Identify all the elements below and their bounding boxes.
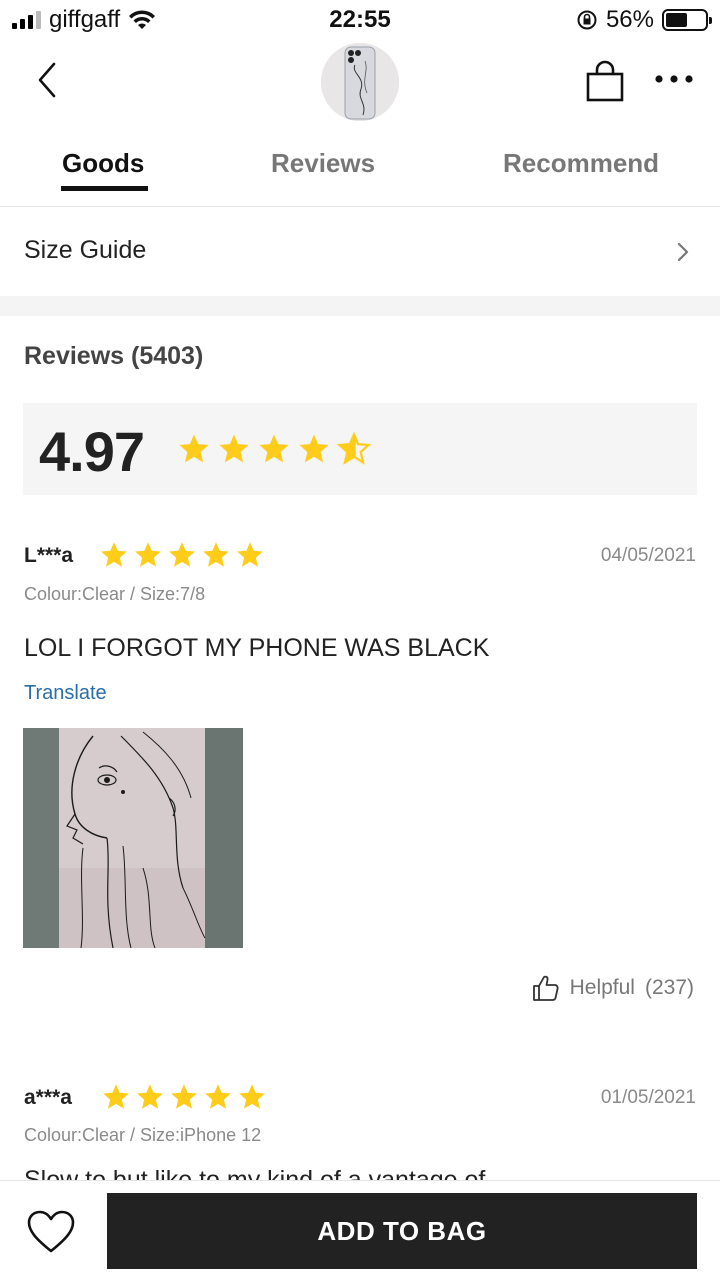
average-rating-stars	[177, 432, 371, 466]
helpful-label: Helpful	[569, 976, 635, 999]
reviews-title: Reviews (5403)	[24, 342, 204, 370]
review-text: LOL I FORGOT MY PHONE WAS BLACK	[24, 634, 490, 662]
star-icon	[179, 434, 209, 463]
review-variant: Colour:Clear / Size:iPhone 12	[24, 1125, 262, 1145]
battery-icon	[662, 9, 712, 31]
active-tab-indicator	[61, 186, 148, 191]
status-bar: giffgaff 22:55 56%	[0, 0, 720, 40]
rating-summary: 4.97	[23, 403, 697, 495]
tab-bar: Goods Reviews Recommend	[0, 124, 720, 207]
helpful-count: (237)	[644, 976, 694, 999]
review-date: 04/05/2021	[600, 545, 696, 566]
star-icon	[337, 432, 371, 465]
back-icon[interactable]	[28, 60, 68, 100]
review-text-partial: Slow to but like to my kind of a vantage…	[24, 1166, 486, 1180]
add-to-bag-button[interactable]: ADD TO BAG	[107, 1193, 697, 1269]
star-icon	[299, 434, 329, 463]
chevron-right-icon	[677, 242, 689, 262]
star-icon	[203, 542, 229, 567]
product-thumbnail[interactable]	[321, 43, 399, 121]
review-stars	[99, 540, 265, 570]
star-icon	[171, 1084, 197, 1109]
star-icon	[103, 1084, 129, 1109]
section-divider	[0, 296, 720, 316]
average-rating: 4.97	[39, 420, 145, 483]
translate-link[interactable]: Translate	[24, 682, 107, 705]
star-icon	[137, 1084, 163, 1109]
helpful-button[interactable]: Helpful (237)	[532, 974, 694, 1002]
heart-icon[interactable]	[26, 1209, 76, 1255]
shopping-bag-icon[interactable]	[586, 60, 624, 102]
tab-recommend[interactable]: Recommend	[503, 148, 659, 179]
star-icon	[237, 542, 263, 567]
star-icon	[259, 434, 289, 463]
review-photo[interactable]	[23, 728, 243, 948]
status-right: 56%	[576, 6, 712, 34]
product-header	[0, 40, 720, 124]
bottom-action-bar: ADD TO BAG	[0, 1180, 720, 1280]
more-icon[interactable]	[652, 64, 696, 94]
size-guide-row[interactable]: Size Guide	[0, 208, 720, 296]
tab-reviews[interactable]: Reviews	[271, 148, 375, 179]
star-icon	[135, 542, 161, 567]
star-icon	[169, 542, 195, 567]
reviewer-name: L***a	[24, 544, 74, 567]
star-icon	[101, 542, 127, 567]
review-date: 01/05/2021	[600, 1087, 696, 1108]
orientation-lock-icon	[577, 10, 597, 30]
review-stars	[101, 1082, 267, 1112]
review-variant: Colour:Clear / Size:7/8	[24, 584, 206, 604]
star-icon	[205, 1084, 231, 1109]
battery-percent: 56%	[605, 6, 654, 33]
size-guide-label: Size Guide	[24, 236, 147, 264]
star-icon	[239, 1084, 265, 1109]
thumbs-up-icon	[532, 975, 559, 1001]
reviewer-name: a***a	[24, 1086, 72, 1109]
star-icon	[219, 434, 249, 463]
tab-goods[interactable]: Goods	[62, 148, 144, 179]
